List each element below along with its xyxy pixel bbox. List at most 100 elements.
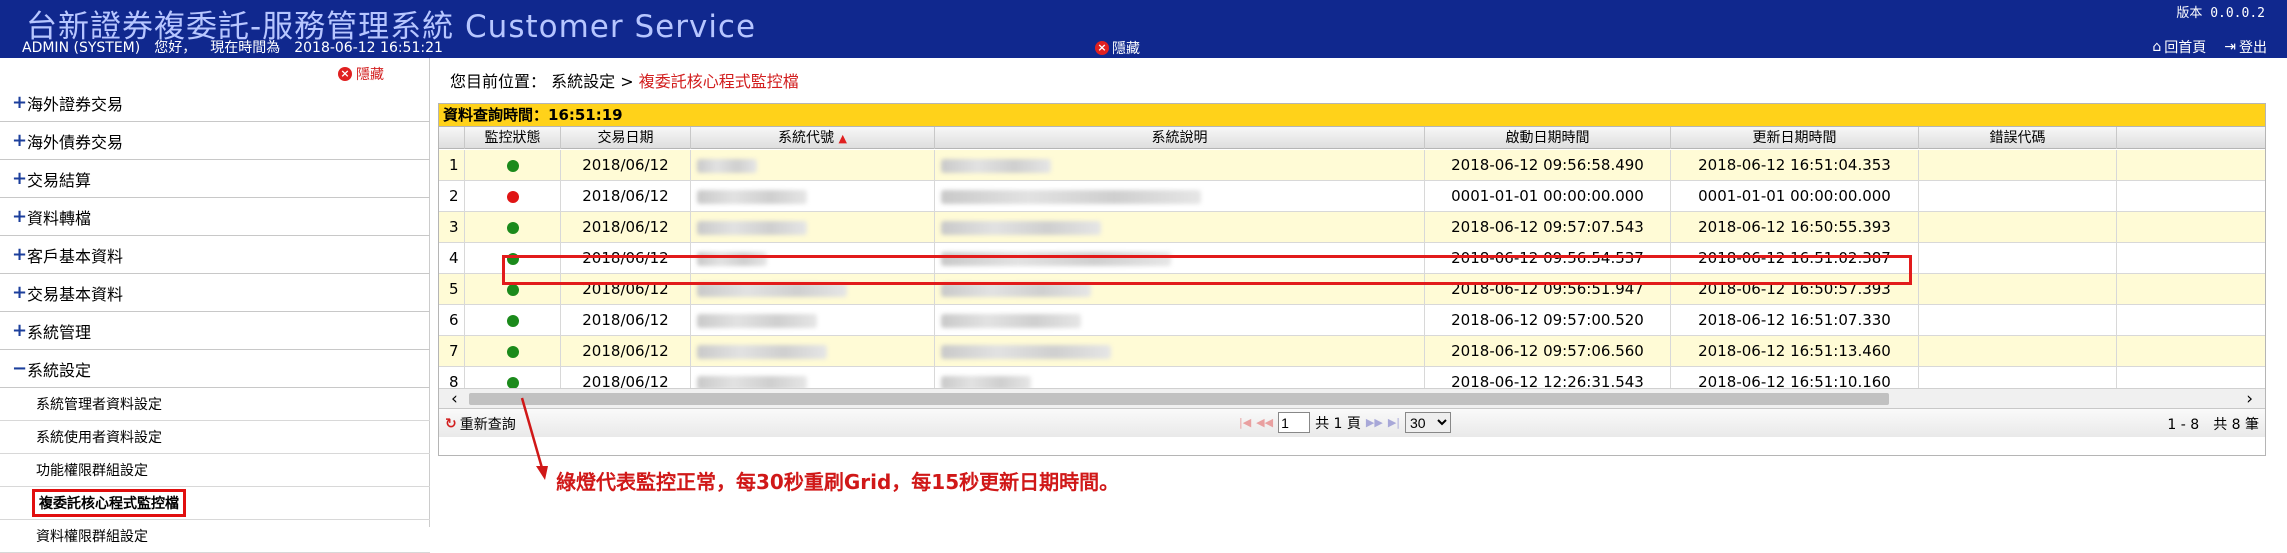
collapse-icon: − [12,358,28,379]
logout-link[interactable]: ⇥ 登出 [2224,37,2267,57]
expand-icon: + [12,92,28,113]
sub-data-permissions[interactable]: 資料權限群組設定 [0,520,430,553]
status-cell [465,274,561,305]
system-code-cell [691,274,935,305]
header-status[interactable]: 監控狀態 [465,127,561,149]
refresh-button[interactable]: ↻ 重新查詢 [445,414,516,434]
header-hide-button[interactable]: × 隱藏 [1095,38,1140,58]
sub-label: 功能權限群組設定 [36,463,148,479]
status-light-icon [506,221,519,234]
start-time-cell: 2018-06-12 09:57:00.520 [1425,305,1671,336]
update-time-cell: 0001-01-01 00:00:00.000 [1671,181,1919,212]
header-system-code-label: 系統代號 [778,130,835,146]
sub-admin-settings[interactable]: 系統管理者資料設定 [0,388,430,421]
update-time-cell: 2018-06-12 16:50:55.393 [1671,212,1919,243]
page-number-input[interactable] [1278,412,1311,433]
horizontal-scrollbar[interactable]: ‹ › [439,388,2265,409]
scroll-thumb[interactable] [469,393,1889,405]
next-page-icon[interactable]: ▶▶ [1366,416,1383,429]
menu-overseas-bonds[interactable]: + 海外債券交易 [0,122,430,160]
menu-label: 系統設定 [27,360,92,380]
scroll-left-icon[interactable]: ‹ [451,389,458,409]
header-hide-label: 隱藏 [1112,41,1140,57]
redacted-text [941,158,1051,173]
expand-icon: + [12,206,28,227]
trade-date-cell: 2018/06/12 [561,181,691,212]
sub-label: 複委託核心程式監控檔 [32,489,186,517]
update-time-cell: 2018-06-12 16:51:13.460 [1671,336,1919,367]
system-code-cell [691,305,935,336]
system-code-cell [691,212,935,243]
error-code-cell [1919,274,2117,305]
header-trade-date[interactable]: 交易日期 [561,127,691,149]
row-number: 1 [439,150,465,181]
status-cell [465,212,561,243]
system-desc-cell [935,150,1425,181]
status-light-icon [506,190,519,203]
update-time-cell: 2018-06-12 16:51:04.353 [1671,150,1919,181]
home-link[interactable]: ⌂ 回首頁 [2152,37,2206,57]
version-label: 版本 0.0.0.2 [2176,6,2265,21]
sub-function-permissions[interactable]: 功能權限群組設定 [0,454,430,487]
menu-label: 資料轉檔 [27,208,92,228]
table-row[interactable]: 2 2018/06/12 0001-01-01 00:00:00.000 0001-0… [439,181,2265,212]
error-code-cell [1919,336,2117,367]
system-desc-cell [935,274,1425,305]
main-content: 您目前位置： 系統設定 > 複委託核心程式監控檔 資料查詢時間：16:51:19… [438,58,2287,527]
user-name: ADMIN (SYSTEM) [22,40,141,56]
redacted-text [697,344,827,359]
breadcrumb-current: 複委託核心程式監控檔 [638,72,799,91]
status-light-icon [506,283,519,296]
header-system-desc[interactable]: 系統說明 [935,127,1425,149]
start-time-cell: 2018-06-12 09:56:51.947 [1425,274,1671,305]
row-number: 2 [439,181,465,212]
app-header: 台新證券複委託-服務管理系統 Customer Service ADMIN (S… [0,0,2287,58]
table-row[interactable]: 4 2018/06/12 2018-06-12 09:56:54.537 2018-0… [439,243,2265,274]
table-row[interactable]: 6 2018/06/12 2018-06-12 09:57:00.520 2018-0… [439,305,2265,336]
start-time-cell: 2018-06-12 09:57:07.543 [1425,212,1671,243]
refresh-label: 重新查詢 [459,417,516,433]
menu-settlement[interactable]: + 交易結算 [0,160,430,198]
menu-system-settings[interactable]: − 系統設定 [0,350,430,388]
expand-icon: + [12,168,28,189]
table-row[interactable]: 1 2018/06/12 2018-06-12 09:56:58.490 2018-0… [439,150,2265,181]
last-page-icon[interactable]: ▶| [1388,416,1400,429]
menu-overseas-securities[interactable]: + 海外證券交易 [0,84,430,122]
page-controls: |◀ ◀◀ 共 1 頁 ▶▶ ▶| 30 [1239,412,1451,433]
status-cell [465,150,561,181]
menu-data-transfer[interactable]: + 資料轉檔 [0,198,430,236]
row-number: 7 [439,336,465,367]
menu-trade-data[interactable]: + 交易基本資料 [0,274,430,312]
menu-system-admin[interactable]: + 系統管理 [0,312,430,350]
refresh-icon: ↻ [445,416,457,432]
header-error-code[interactable]: 錯誤代碼 [1919,127,2117,149]
sub-user-settings[interactable]: 系統使用者資料設定 [0,421,430,454]
scroll-right-icon[interactable]: › [2246,389,2253,409]
header-start-time[interactable]: 啟動日期時間 [1425,127,1671,149]
update-time-cell: 2018-06-12 16:51:02.387 [1671,243,1919,274]
row-number: 3 [439,212,465,243]
logout-icon: ⇥ [2224,39,2236,55]
table-row[interactable]: 3 2018/06/12 2018-06-12 09:57:07.543 2018-0… [439,212,2265,243]
redacted-text [697,158,757,173]
status-light-icon [506,314,519,327]
system-desc-cell [935,305,1425,336]
sidebar-hide-button[interactable]: × 隱藏 [338,64,384,84]
prev-page-icon[interactable]: ◀◀ [1256,416,1273,429]
menu-label: 交易結算 [27,170,92,190]
expand-icon: + [12,244,28,265]
table-row[interactable]: 7 2018/06/12 2018-06-12 09:57:06.560 2018-0… [439,336,2265,367]
redacted-text [697,189,807,204]
redacted-text [697,220,807,235]
status-cell [465,336,561,367]
redacted-text [697,313,817,328]
system-code-cell [691,336,935,367]
sub-core-monitor[interactable]: 複委託核心程式監控檔 [0,487,430,520]
first-page-icon[interactable]: |◀ [1239,416,1251,429]
page-size-select[interactable]: 30 [1405,412,1451,433]
header-update-time[interactable]: 更新日期時間 [1671,127,1919,149]
table-row[interactable]: 5 2018/06/12 2018-06-12 09:56:51.947 2018-0… [439,274,2265,305]
menu-customer-data[interactable]: + 客戶基本資料 [0,236,430,274]
header-system-code[interactable]: 系統代號 ▲ [691,127,935,149]
system-desc-cell [935,181,1425,212]
